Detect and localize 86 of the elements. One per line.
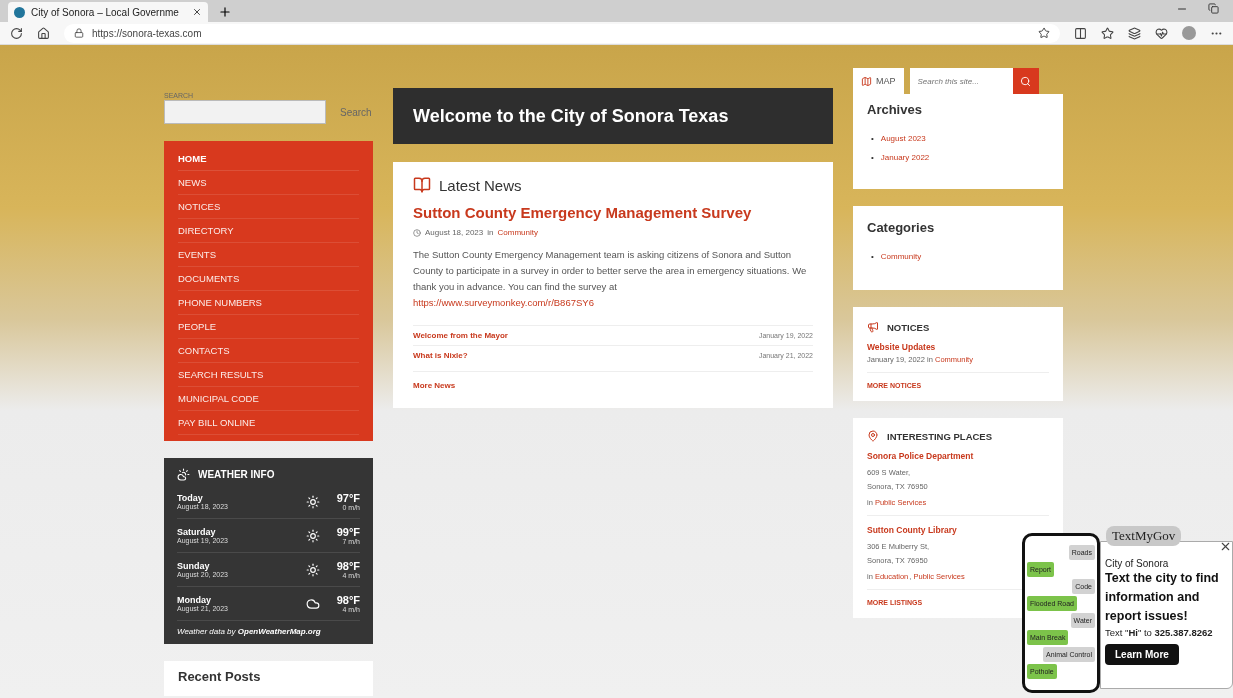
site-favicon-icon: [14, 6, 25, 18]
cloud-icon: [306, 596, 320, 611]
profile-avatar[interactable]: [1182, 26, 1196, 40]
day-name: Sunday: [177, 561, 211, 571]
map-button[interactable]: MAP: [853, 68, 904, 94]
category-link[interactable]: Community: [880, 247, 922, 266]
learn-more-button[interactable]: Learn More: [1105, 644, 1179, 665]
weather-icon: [177, 468, 190, 481]
widget-title: Archives: [867, 102, 923, 117]
temperature: 97°F: [336, 492, 360, 504]
health-icon[interactable]: [1155, 26, 1168, 40]
archive-link[interactable]: August 2023: [880, 129, 926, 148]
bullet: •: [871, 152, 874, 164]
pin-icon: [867, 430, 879, 442]
home-icon[interactable]: [37, 26, 50, 40]
weather-title: WEATHER INFO: [198, 469, 275, 480]
bullet: •: [871, 251, 874, 263]
search-button[interactable]: Search: [340, 106, 372, 118]
news-body: The Sutton County Emergency Management team is asking citizens of Sonora and Sutton County to participate in a survey in order to better serve the area in emergency situations. We thank you in advance. You can find the survey at: [413, 248, 808, 294]
news-date: August 18, 2023: [425, 228, 484, 237]
sun-icon: [306, 562, 320, 577]
widget-title: INTERESTING PLACES: [887, 430, 993, 442]
search-field[interactable]: [164, 100, 326, 124]
news-in: in: [487, 228, 494, 237]
archive-link[interactable]: January 2022: [880, 148, 930, 167]
temperature: 98°F: [336, 594, 360, 606]
clock-icon: [413, 228, 421, 237]
place-link[interactable]: Sutton County Library: [867, 525, 957, 535]
survey-link[interactable]: https://www.surveymonkey.com/r/B867SY6: [413, 295, 594, 311]
favorite-star-icon[interactable]: [1038, 27, 1050, 39]
restore-icon[interactable]: [1208, 3, 1219, 14]
more-news-link[interactable]: More News: [413, 371, 813, 390]
nav-item[interactable]: PAY BILL ONLINE: [178, 411, 359, 435]
address-field[interactable]: https://sonora-texas.com: [64, 23, 1060, 43]
popup-city: City of Sonora: [1105, 558, 1170, 569]
nav-item[interactable]: PHONE NUMBERS: [178, 291, 359, 315]
sun-icon: [306, 494, 320, 509]
close-icon[interactable]: [1219, 540, 1232, 553]
nav-item[interactable]: SEARCH RESULTS: [178, 363, 359, 387]
nav-item[interactable]: CONTACTS: [178, 339, 359, 363]
refresh-icon[interactable]: [10, 26, 23, 40]
nav-item[interactable]: HOME: [178, 147, 359, 171]
temperature: 99°F: [336, 526, 360, 538]
popup-text: Text "Hi" to 325.387.8262: [1105, 627, 1214, 638]
favorites-icon[interactable]: [1101, 26, 1114, 40]
nav-item[interactable]: MUNICIPAL CODE: [178, 387, 359, 411]
nav-item[interactable]: DOCUMENTS: [178, 267, 359, 291]
close-icon[interactable]: [192, 7, 202, 17]
sun-icon: [306, 528, 320, 543]
nav-item[interactable]: NEWS: [178, 171, 359, 195]
brand-logo: TextMyGov: [1106, 526, 1182, 546]
day-name: Saturday: [177, 527, 217, 537]
category-link[interactable]: Community: [497, 228, 538, 237]
place-link[interactable]: Sonora Police Department: [867, 451, 974, 461]
book-icon: [413, 176, 431, 194]
widget-title: NOTICES: [887, 321, 930, 333]
collections-icon[interactable]: [1128, 26, 1141, 40]
day-name: Today: [177, 493, 204, 503]
url-text: https://sonora-texas.com: [92, 27, 202, 39]
news-link[interactable]: Welcome from the Mayor: [413, 331, 508, 340]
widget-title: Categories: [867, 220, 936, 235]
widget-title: Recent Posts: [178, 669, 262, 684]
popup-headline: Text the city to find information and report issues!: [1105, 570, 1220, 625]
site-search-field[interactable]: Search this site...: [909, 68, 1013, 94]
weather-credit: Weather data by OpenWeatherMap.org: [177, 627, 322, 636]
nav-item[interactable]: NOTICES: [178, 195, 359, 219]
bullet: •: [871, 133, 874, 145]
map-icon: [861, 75, 872, 87]
tab-title: City of Sonora – Local Governme: [31, 6, 180, 18]
day-name: Monday: [177, 595, 212, 605]
welcome-banner: Welcome to the City of Sonora Texas: [393, 88, 833, 144]
news-headline[interactable]: Sutton County Emergency Management Survey: [413, 204, 813, 221]
news-link[interactable]: What is Nixle?: [413, 351, 468, 360]
news-title: Latest News: [439, 176, 522, 194]
notice-link[interactable]: Website Updates: [867, 342, 936, 352]
search-button[interactable]: [1012, 68, 1039, 94]
nav-item[interactable]: DIRECTORY: [178, 219, 359, 243]
lock-icon: [74, 28, 84, 38]
search-icon: [1020, 75, 1031, 87]
nav-item[interactable]: PEOPLE: [178, 315, 359, 339]
split-screen-icon[interactable]: [1074, 26, 1087, 40]
temperature: 98°F: [336, 560, 360, 572]
browser-tab[interactable]: City of Sonora – Local Governme: [8, 2, 208, 22]
new-tab-icon[interactable]: [218, 5, 232, 19]
megaphone-icon: [867, 321, 879, 333]
nav-item[interactable]: EVENTS: [178, 243, 359, 267]
